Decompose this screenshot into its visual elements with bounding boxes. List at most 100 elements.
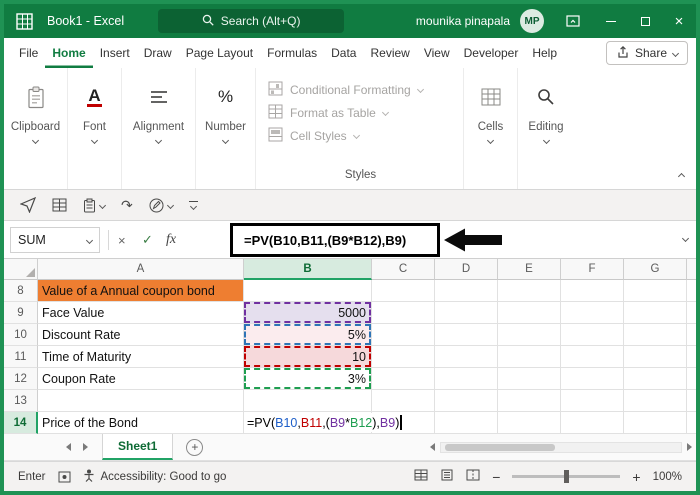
cell-B14[interactable]: =PV(B10, B11 ,(B9 * B12), B9) xyxy=(244,412,404,434)
cell-F8[interactable] xyxy=(561,280,624,302)
cell-E10[interactable] xyxy=(498,324,561,346)
tab-developer[interactable]: Developer xyxy=(457,38,526,68)
tab-insert[interactable]: Insert xyxy=(93,38,137,68)
group-alignment[interactable]: Alignment xyxy=(122,68,196,189)
col-header-F[interactable]: F xyxy=(561,259,624,280)
row-header-14[interactable]: 14 xyxy=(4,412,38,434)
cell-G10[interactable] xyxy=(624,324,687,346)
add-sheet-button[interactable]: + xyxy=(186,438,204,456)
cell-D12[interactable] xyxy=(435,368,498,390)
cell-C11[interactable] xyxy=(372,346,435,368)
format-as-table-button[interactable]: Format as Table xyxy=(268,101,453,124)
redo-button[interactable]: ↷ xyxy=(121,197,133,214)
cell-B12[interactable]: 3% xyxy=(244,368,372,390)
cell-F14[interactable] xyxy=(561,412,624,434)
cell-B13[interactable] xyxy=(244,390,372,412)
cell-B10[interactable]: 5% xyxy=(244,324,372,346)
scroll-left-icon[interactable] xyxy=(430,443,435,451)
col-header-G[interactable]: G xyxy=(624,259,687,280)
collapse-ribbon-icon[interactable] xyxy=(677,172,686,181)
cell-D8[interactable] xyxy=(435,280,498,302)
col-header-B[interactable]: B xyxy=(244,259,372,280)
tab-draw[interactable]: Draw xyxy=(137,38,179,68)
accessibility-status[interactable]: Accessibility: Good to go xyxy=(83,469,226,485)
col-header-C[interactable]: C xyxy=(372,259,435,280)
page-layout-view-icon[interactable] xyxy=(440,469,454,484)
conditional-formatting-button[interactable]: Conditional Formatting xyxy=(268,78,453,101)
zoom-slider-thumb[interactable] xyxy=(564,470,570,483)
tab-review[interactable]: Review xyxy=(363,38,416,68)
cell-G14[interactable] xyxy=(624,412,687,434)
cell-D14[interactable] xyxy=(435,412,498,434)
draw-pen-button[interactable] xyxy=(149,198,174,213)
cell-A10[interactable]: Discount Rate xyxy=(38,324,244,346)
enter-formula-button[interactable]: ✓ xyxy=(142,221,153,259)
cell-F11[interactable] xyxy=(561,346,624,368)
cell-F9[interactable] xyxy=(561,302,624,324)
zoom-level[interactable]: 100% xyxy=(653,471,682,483)
zoom-out-icon[interactable]: − xyxy=(492,470,500,484)
paste-special-button[interactable] xyxy=(83,198,107,213)
row-header-13[interactable]: 13 xyxy=(4,390,38,412)
tab-file[interactable]: File xyxy=(12,38,45,68)
insert-function-button[interactable]: fx xyxy=(166,221,176,259)
cell-D9[interactable] xyxy=(435,302,498,324)
macro-record-icon[interactable] xyxy=(58,471,71,483)
zoom-in-icon[interactable]: + xyxy=(632,470,640,484)
cell-E9[interactable] xyxy=(498,302,561,324)
cell-D10[interactable] xyxy=(435,324,498,346)
cell-B9[interactable]: 5000 xyxy=(244,302,372,324)
cell-C13[interactable] xyxy=(372,390,435,412)
tab-home[interactable]: Home xyxy=(45,38,92,68)
row-header-9[interactable]: 9 xyxy=(4,302,38,324)
cell-G11[interactable] xyxy=(624,346,687,368)
tab-help[interactable]: Help xyxy=(525,38,564,68)
group-editing[interactable]: Editing xyxy=(518,68,574,189)
scroll-right-icon[interactable] xyxy=(687,443,692,451)
cell-B8[interactable] xyxy=(244,280,372,302)
cell-A14[interactable]: Price of the Bond xyxy=(38,412,244,434)
group-font[interactable]: A Font xyxy=(68,68,122,189)
cell-C12[interactable] xyxy=(372,368,435,390)
group-number[interactable]: % Number xyxy=(196,68,256,189)
ribbon-display-options-icon[interactable] xyxy=(558,15,588,27)
cell-A8[interactable]: Value of a Annual coupon bond xyxy=(38,280,244,302)
avatar[interactable]: MP xyxy=(520,9,544,33)
cell-B11[interactable]: 10 xyxy=(244,346,372,368)
page-break-view-icon[interactable] xyxy=(466,469,480,484)
cell-E11[interactable] xyxy=(498,346,561,368)
row-header-11[interactable]: 11 xyxy=(4,346,38,368)
maximize-button[interactable] xyxy=(628,4,662,38)
cell-D13[interactable] xyxy=(435,390,498,412)
minimize-button[interactable] xyxy=(594,4,628,38)
cell-C8[interactable] xyxy=(372,280,435,302)
cell-G9[interactable] xyxy=(624,302,687,324)
close-button[interactable]: × xyxy=(662,4,696,38)
cell-C9[interactable] xyxy=(372,302,435,324)
tab-view[interactable]: View xyxy=(417,38,457,68)
col-header-E[interactable]: E xyxy=(498,259,561,280)
normal-view-icon[interactable] xyxy=(414,469,428,484)
cell-E14[interactable] xyxy=(498,412,561,434)
next-sheet-icon[interactable] xyxy=(83,443,88,451)
cell-F13[interactable] xyxy=(561,390,624,412)
table-tool-button[interactable] xyxy=(52,198,67,212)
share-button[interactable]: Share xyxy=(605,41,688,65)
tab-page-layout[interactable]: Page Layout xyxy=(179,38,260,68)
row-header-8[interactable]: 8 xyxy=(4,280,38,302)
cell-G8[interactable] xyxy=(624,280,687,302)
group-clipboard[interactable]: Clipboard xyxy=(4,68,68,189)
cell-A9[interactable]: Face Value xyxy=(38,302,244,324)
scrollbar-thumb[interactable] xyxy=(445,443,555,451)
cell-D11[interactable] xyxy=(435,346,498,368)
row-header-12[interactable]: 12 xyxy=(4,368,38,390)
select-all-corner[interactable] xyxy=(4,259,38,280)
cell-styles-button[interactable]: Cell Styles xyxy=(268,124,453,147)
cell-F12[interactable] xyxy=(561,368,624,390)
zoom-slider[interactable] xyxy=(512,470,621,483)
cell-A12[interactable]: Coupon Rate xyxy=(38,368,244,390)
col-header-A[interactable]: A xyxy=(38,259,244,280)
cell-E13[interactable] xyxy=(498,390,561,412)
send-button[interactable] xyxy=(20,197,36,213)
expand-formula-bar-icon[interactable] xyxy=(681,234,690,243)
